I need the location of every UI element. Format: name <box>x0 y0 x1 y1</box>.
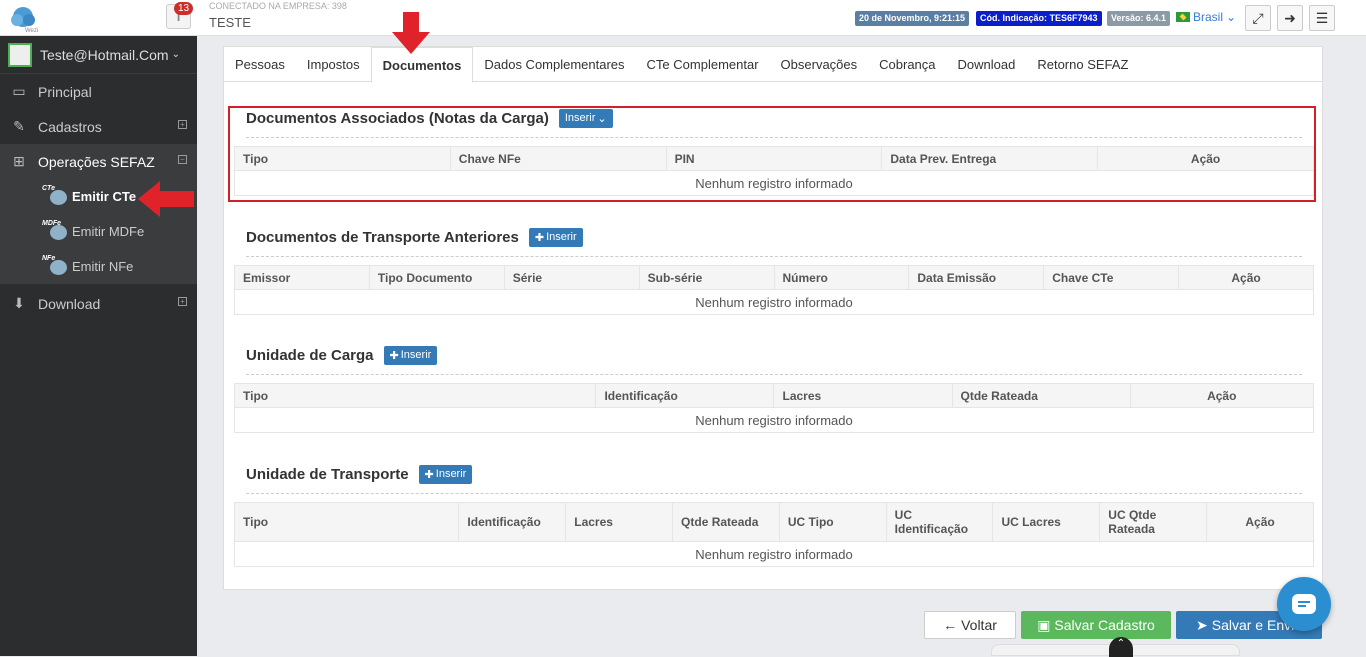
section-documentos-transporte: Documentos de Transporte Anteriores ✚ Inse… <box>234 225 1314 315</box>
expand-icon: + <box>178 297 187 306</box>
divider <box>246 256 1302 257</box>
laptop-icon: ▭ <box>12 83 26 99</box>
expand-icon: ⤢ <box>1252 9 1264 26</box>
sidebar-subitem-emitir-mdfe[interactable]: MDFe Emitir MDFe <box>0 214 197 249</box>
download-icon: ⬇ <box>13 295 25 311</box>
tab-observacoes[interactable]: Observações <box>770 47 869 82</box>
sidebar-item-label: Operações SEFAZ <box>38 153 155 170</box>
windows-icon: ⊞ <box>13 153 25 169</box>
mdfe-icon: MDFe <box>42 220 70 242</box>
save-button[interactable]: ▣ Salvar Cadastro <box>1021 611 1171 639</box>
logout-icon: ➜ <box>1284 9 1296 26</box>
brazil-flag-icon <box>1176 12 1190 22</box>
insert-button[interactable]: ✚ Inserir <box>418 464 473 484</box>
tab-cte-complementar[interactable]: CTe Complementar <box>636 47 770 82</box>
code-badge: Cód. Indicação: TES6F7943 <box>976 11 1102 26</box>
logout-button[interactable]: ➜ <box>1277 5 1303 31</box>
section-title: Unidade de Transporte <box>246 465 409 483</box>
edit-icon: ✎ <box>13 118 25 134</box>
section-title: Unidade de Carga <box>246 346 374 364</box>
tab-dados-complementares[interactable]: Dados Complementares <box>473 47 635 82</box>
subitem-label: Emitir CTe <box>72 189 137 204</box>
red-arrow-down-icon <box>392 12 430 54</box>
paper-plane-icon: ➤ <box>1196 616 1208 633</box>
sidebar-item-cadastros[interactable]: ✎ Cadastros + <box>0 109 197 144</box>
version-badge: Versão: 6.4.1 <box>1107 11 1171 26</box>
cte-icon: CTe <box>42 185 70 207</box>
red-arrow-left-icon <box>138 181 194 217</box>
sidebar-item-download[interactable]: ⬇ Download + <box>0 286 197 321</box>
bottom-drawer-handle[interactable]: ⌃ <box>991 637 1240 657</box>
sidebar: Teste@Hotmail.Com ⌄ ▭ Principal ✎ Cadastros… <box>0 36 197 656</box>
plus-icon: ✚ <box>389 349 399 362</box>
back-button[interactable]: ← Voltar <box>924 611 1016 639</box>
sidebar-item-label: Principal <box>38 83 92 100</box>
subitem-label: Emitir MDFe <box>72 224 145 239</box>
chevron-down-icon: ⌄ <box>1226 10 1237 24</box>
divider <box>246 374 1302 375</box>
chat-widget-button[interactable] <box>1277 577 1331 631</box>
tab-pessoas[interactable]: Pessoas <box>224 47 296 82</box>
user-menu[interactable]: Teste@Hotmail.Com ⌄ <box>0 36 197 74</box>
section-unidade-carga: Unidade de Carga ✚ Inserir Tipo Identificaç… <box>233 343 1315 433</box>
notifications-button[interactable]: i 13 <box>166 2 194 29</box>
language-selector[interactable]: Brasil ⌄ <box>1176 10 1236 24</box>
company-name: TESTE <box>209 15 251 30</box>
tab-impostos[interactable]: Impostos <box>296 47 371 82</box>
chevron-up-icon: ⌃ <box>1109 637 1133 657</box>
sidebar-item-label: Cadastros <box>38 118 102 135</box>
sidebar-subitem-emitir-nfe[interactable]: NFe Emitir NFe <box>0 249 197 284</box>
logo-icon[interactable]: Wezi <box>8 5 42 33</box>
user-name: Teste@Hotmail.Com <box>40 46 169 63</box>
plus-icon: ✚ <box>424 468 434 481</box>
section-title: Documentos de Transporte Anteriores <box>246 228 519 246</box>
svg-text:Wezi: Wezi <box>25 28 38 33</box>
hamburger-icon: ☰ <box>1315 9 1329 26</box>
company-label: CONECTADO NA EMPRESA: 398 <box>209 1 347 11</box>
plus-icon: ✚ <box>534 231 545 244</box>
tab-cobranca[interactable]: Cobrança <box>868 47 946 82</box>
sidebar-item-principal[interactable]: ▭ Principal <box>0 74 197 109</box>
section-unidade-transporte: Unidade de Transporte ✚ Inserir Tipo Identi… <box>233 462 1314 567</box>
highlight-box <box>228 106 1316 202</box>
notification-count: 13 <box>174 2 194 15</box>
insert-button[interactable]: ✚ Inserir <box>383 345 438 365</box>
tab-retorno-sefaz[interactable]: Retorno SEFAZ <box>1026 47 1139 82</box>
sidebar-item-label: Download <box>38 295 101 312</box>
tab-download[interactable]: Download <box>947 47 1027 82</box>
insert-button[interactable]: ✚ Inserir <box>528 227 583 247</box>
top-bar: Wezi i 13 CONECTADO NA EMPRESA: 398 TESTE… <box>0 0 1366 36</box>
menu-button[interactable]: ☰ <box>1309 5 1335 31</box>
empty-row: Nenhum registro informado <box>234 407 1314 433</box>
collapse-icon: − <box>178 155 187 164</box>
chevron-down-icon: ⌄ <box>171 49 180 60</box>
language-label: Brasil <box>1193 10 1224 24</box>
chat-icon <box>1292 594 1316 614</box>
transport-unit-table: Tipo Identificação Lacres Qtde Rateada UC Ti… <box>233 502 1314 567</box>
avatar <box>8 42 32 67</box>
cargo-unit-table: Tipo Identificação Lacres Qtde Rateada Ação … <box>233 383 1315 433</box>
fullscreen-button[interactable]: ⤢ <box>1245 5 1271 31</box>
subitem-label: Emitir NFe <box>72 259 134 274</box>
expand-icon: + <box>178 120 187 129</box>
tab-bar: Pessoas Impostos Documentos Dados Comple… <box>224 47 1322 83</box>
empty-row: Nenhum registro informado <box>234 541 1314 567</box>
transport-docs-table: Emissor Tipo Documento Série Sub-série Númer… <box>234 265 1314 315</box>
sidebar-item-operacoes-sefaz[interactable]: ⊞ Operações SEFAZ − <box>0 144 197 179</box>
arrow-left-icon: ← <box>943 617 958 633</box>
divider <box>246 493 1302 494</box>
nfe-icon: NFe <box>42 255 70 277</box>
date-badge: 20 de Novembro, 9:21:15 <box>855 11 970 26</box>
floppy-icon: ▣ <box>1037 616 1051 633</box>
empty-row: Nenhum registro informado <box>234 289 1314 315</box>
